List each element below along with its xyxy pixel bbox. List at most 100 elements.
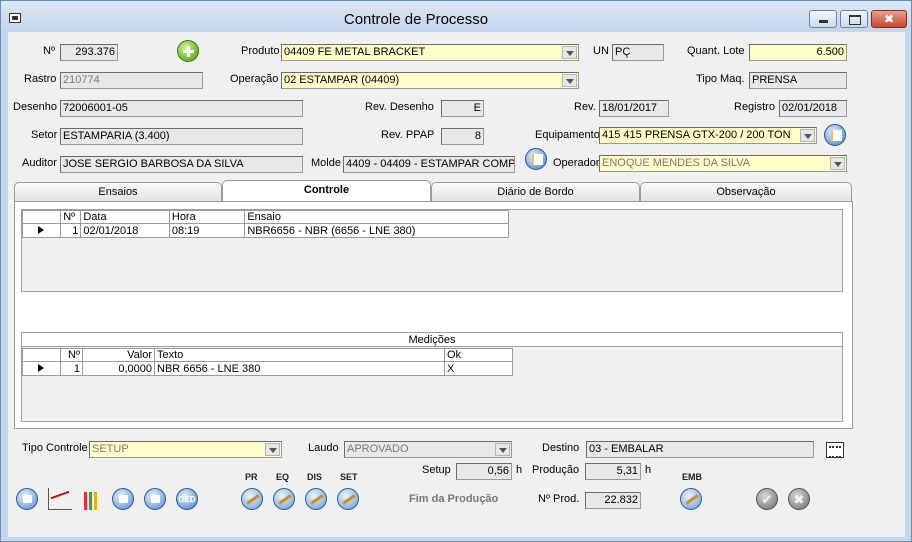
- set-tool-icon[interactable]: [337, 488, 359, 510]
- operador-combo[interactable]: ENOQUE MENDES DA SILVA: [599, 155, 847, 172]
- ensaios-grid[interactable]: Nº Data Hora Ensaio 1 02/01/2018 08:19 N…: [21, 209, 843, 292]
- medicoes-header-row: Nº Valor Texto Ok: [22, 348, 513, 362]
- molde-lookup-book-icon[interactable]: [525, 148, 547, 170]
- operador-label: Operador: [553, 157, 600, 169]
- desenho-label: Desenho: [13, 101, 58, 113]
- equipamento-combo[interactable]: 415 415 PRENSA GTX-200 / 200 TON: [599, 127, 817, 144]
- cell-ensaio[interactable]: NBR6656 - NBR (6656 - LNE 380): [244, 223, 509, 238]
- edit-document-icon[interactable]: [144, 488, 166, 510]
- auditor-field[interactable]: JOSE SERGIO BARBOSA DA SILVA: [60, 156, 303, 173]
- registro-field[interactable]: 02/01/2018: [779, 100, 847, 117]
- title-bar[interactable]: Controle de Processo: [1, 1, 911, 31]
- rev-desenho-label: Rev. Desenho: [365, 101, 434, 113]
- pr-tool-icon[interactable]: [241, 488, 263, 510]
- rev-ppap-label: Rev. PPAP: [381, 129, 435, 141]
- setup-unit: h: [516, 464, 523, 476]
- destino-field[interactable]: 03 - EMBALAR: [586, 441, 814, 458]
- row-pointer-icon: [21, 223, 62, 238]
- col-header-n[interactable]: Nº: [60, 348, 83, 362]
- col-header-texto[interactable]: Texto: [154, 348, 445, 362]
- col-header-n[interactable]: Nº: [60, 210, 82, 224]
- setor-label: Setor: [31, 129, 58, 141]
- cell-n[interactable]: 1: [60, 223, 82, 238]
- col-header-data[interactable]: Data: [80, 210, 170, 224]
- laudo-value: APROVADO: [347, 443, 409, 455]
- table-row[interactable]: 1 02/01/2018 08:19 NBR6656 - NBR (6656 -…: [21, 223, 509, 238]
- rev-ppap-field[interactable]: 8: [441, 128, 484, 145]
- cell-ok[interactable]: X: [444, 361, 513, 376]
- un-field[interactable]: PÇ: [612, 44, 664, 61]
- cell-valor[interactable]: 0,0000: [82, 361, 155, 376]
- laudo-label: Laudo: [308, 442, 339, 454]
- eq-tool-icon[interactable]: [273, 488, 295, 510]
- cell-n[interactable]: 1: [60, 361, 83, 376]
- quant-lote-field[interactable]: 6.500: [749, 44, 847, 61]
- col-header-ok[interactable]: Ok: [444, 348, 513, 362]
- pencils-icon[interactable]: [82, 488, 102, 510]
- produto-value: 04409 FE METAL BRACKET: [284, 46, 426, 58]
- auditor-label: Auditor: [22, 157, 57, 169]
- dis-label: DIS: [307, 472, 323, 482]
- emb-tool-icon[interactable]: [680, 488, 702, 510]
- chevron-down-icon[interactable]: [830, 157, 845, 170]
- equipamento-lookup-book-icon[interactable]: [824, 124, 846, 146]
- close-button[interactable]: [871, 10, 907, 28]
- film-reel-icon[interactable]: [826, 442, 844, 458]
- medicoes-grid[interactable]: Medições Nº Valor Texto Ok 1 0,0000 NBR …: [21, 332, 843, 422]
- produto-combo[interactable]: 04409 FE METAL BRACKET: [281, 44, 579, 61]
- tipo-controle-value: SETUP: [92, 443, 129, 455]
- laudo-combo[interactable]: APROVADO: [344, 441, 512, 458]
- chevron-down-icon[interactable]: [495, 443, 510, 456]
- maximize-button[interactable]: [840, 10, 868, 28]
- produto-label: Produto: [241, 45, 280, 57]
- rev-field[interactable]: 18/01/2017: [599, 100, 669, 117]
- desenho-field[interactable]: 72006001-05: [60, 100, 303, 117]
- add-plus-icon[interactable]: [177, 40, 199, 62]
- document-icon[interactable]: [112, 488, 134, 510]
- operacao-label: Operação: [230, 73, 279, 85]
- tab-observacao[interactable]: Observação: [640, 182, 852, 202]
- cell-hora[interactable]: 08:19: [168, 223, 246, 238]
- print-icon[interactable]: [16, 488, 38, 510]
- col-header-hora[interactable]: Hora: [168, 210, 246, 224]
- tab-controle[interactable]: Controle: [222, 180, 431, 202]
- chevron-down-icon[interactable]: [265, 443, 280, 456]
- cancel-x-icon[interactable]: ✖: [788, 488, 810, 510]
- operacao-combo[interactable]: 02 ESTAMPAR (04409): [281, 72, 579, 89]
- tab-ensaios[interactable]: Ensaios: [14, 182, 222, 202]
- tipo-maq-field[interactable]: PRENSA: [749, 72, 847, 89]
- chart-icon[interactable]: [48, 488, 72, 510]
- chevron-down-icon[interactable]: [562, 46, 577, 59]
- operador-value: ENOQUE MENDES DA SILVA: [602, 157, 751, 169]
- quant-lote-label: Quant. Lote: [687, 45, 745, 57]
- pr-label: PR: [245, 472, 258, 482]
- setor-field[interactable]: ESTAMPARIA (3.400): [60, 128, 303, 145]
- molde-label: Molde: [311, 157, 341, 169]
- table-row[interactable]: 1 0,0000 NBR 6656 - LNE 380 X: [22, 361, 513, 376]
- chevron-down-icon[interactable]: [800, 129, 815, 142]
- rev-desenho-field[interactable]: E: [441, 100, 484, 117]
- row-pointer-icon: [22, 361, 61, 376]
- rastro-field[interactable]: 210774: [60, 72, 203, 89]
- cell-data[interactable]: 02/01/2018: [80, 223, 170, 238]
- ged-icon[interactable]: GED: [176, 488, 198, 510]
- minimize-button[interactable]: [809, 10, 837, 28]
- tipo-controle-combo[interactable]: SETUP: [89, 441, 282, 458]
- cell-texto[interactable]: NBR 6656 - LNE 380: [154, 361, 445, 376]
- tipo-maq-label: Tipo Maq.: [696, 73, 745, 85]
- col-header-valor[interactable]: Valor: [82, 348, 155, 362]
- dis-tool-icon[interactable]: [305, 488, 327, 510]
- numero-label: Nº: [43, 45, 55, 57]
- producao-field[interactable]: 5,31: [585, 463, 641, 480]
- setup-field[interactable]: 0,56: [456, 463, 512, 480]
- row-indicator-header: [21, 210, 62, 224]
- molde-field[interactable]: 4409 - 04409 - ESTAMPAR COMPLETO: [343, 156, 515, 173]
- col-header-ensaio[interactable]: Ensaio: [244, 210, 509, 224]
- tab-diario-de-bordo[interactable]: Diário de Bordo: [431, 182, 640, 202]
- chevron-down-icon[interactable]: [562, 74, 577, 87]
- fim-producao-label[interactable]: Fim da Produção: [409, 493, 498, 505]
- confirm-check-icon[interactable]: ✔: [756, 488, 778, 510]
- n-prod-field[interactable]: 22.832: [585, 492, 641, 509]
- eq-label: EQ: [276, 472, 290, 482]
- numero-field[interactable]: 293.376: [60, 44, 118, 61]
